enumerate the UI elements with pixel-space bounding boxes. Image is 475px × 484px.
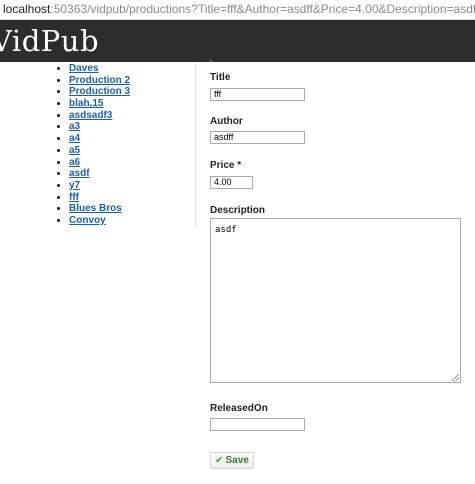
production-link[interactable]: Convoy [69,215,106,226]
list-item: a6 [69,157,130,169]
save-button-label: Save [225,455,249,466]
author-input[interactable]: asdff [210,131,305,144]
production-link[interactable]: a5 [69,145,80,156]
list-item: Convoy [69,215,130,227]
production-link[interactable]: Blues Bros [69,203,122,214]
description-label: Description [210,205,266,216]
title-input[interactable]: fff [210,88,305,101]
description-textarea[interactable]: asdf [210,218,461,383]
check-icon: ✔ [215,455,224,466]
address-bar[interactable]: localhost:50363/vidpub/productions?Title… [0,0,475,20]
production-link[interactable]: a3 [69,121,80,132]
production-link[interactable]: y7 [69,180,80,191]
list-item: Production 3 [69,86,130,98]
site-header: VidPub [0,20,475,62]
list-item: Blues Bros [69,203,130,215]
production-link[interactable]: blah,15 [69,98,103,109]
production-link[interactable]: Daves [69,63,98,74]
production-link[interactable]: asdsadf3 [69,110,112,121]
production-link[interactable]: fff [69,192,79,203]
production-link[interactable]: asdf [69,168,90,179]
title-label: Title [210,72,231,83]
list-item: Production 2 [69,75,130,87]
releasedon-label: ReleasedOn [210,403,268,414]
author-label: Author [210,116,243,127]
description-text: asdf [215,225,237,235]
list-item: a5 [69,145,130,157]
releasedon-input[interactable] [210,418,305,431]
productions-list: Daves Production 2 Production 3 blah,15 … [56,63,130,227]
stray-dot [210,60,212,62]
url-host: localhost [3,2,51,16]
list-item: blah,15 [69,98,130,110]
brand-logo[interactable]: VidPub [0,24,99,58]
list-item: Daves [69,63,130,75]
list-item: asdf [69,168,130,180]
production-link[interactable]: a4 [69,133,80,144]
production-link[interactable]: a6 [69,157,80,168]
save-button[interactable]: ✔ Save [210,452,254,469]
production-link[interactable]: Production 2 [69,75,130,86]
column-divider [195,63,196,226]
price-label: Price * [210,160,242,171]
url-path: :50363/vidpub/productions?Title=fff&Auth… [50,2,475,16]
resize-grip-icon[interactable] [452,374,459,381]
list-item: a4 [69,133,130,145]
production-link[interactable]: Production 3 [69,86,130,97]
list-item: y7 [69,180,130,192]
list-item: asdsadf3 [69,110,130,122]
list-item: a3 [69,121,130,133]
price-input[interactable]: 4.00 [210,176,253,189]
list-item: fff [69,192,130,204]
